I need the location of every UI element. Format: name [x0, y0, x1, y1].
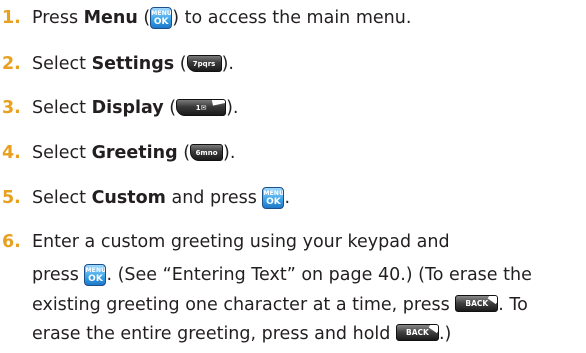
- menu-ok-key-icon: MENU OK: [150, 7, 173, 29]
- step-number: 6.: [2, 232, 21, 252]
- step-text: Press: [32, 8, 84, 28]
- step-number: 3.: [2, 98, 21, 118]
- step-text: Select: [32, 143, 92, 163]
- back-key-icon: BACK: [455, 295, 499, 312]
- instructions-page: 1. Press Menu (MENU OK) to access the mai…: [2, 7, 532, 344]
- step-text: Select: [32, 98, 92, 118]
- back-key-icon: BACK: [395, 324, 439, 341]
- step-text: Enter a custom greeting using your keypa…: [32, 232, 450, 252]
- key-7-icon: 7pqrs: [186, 55, 222, 72]
- step-text: Select: [32, 188, 92, 208]
- step-number: 2.: [2, 54, 21, 74]
- step-number: 1.: [2, 8, 21, 28]
- step-number: 4.: [2, 143, 21, 163]
- step-keyword: Display: [91, 98, 164, 118]
- key-6-icon: 6mno: [190, 144, 224, 161]
- key-1-icon: 1✉: [176, 99, 227, 116]
- step-text: Select: [32, 54, 92, 74]
- menu-ok-key-icon: MENU OK: [262, 187, 285, 209]
- step-keyword: Settings: [91, 54, 175, 74]
- step-number: 5.: [2, 188, 21, 208]
- step-keyword: Menu: [83, 8, 138, 28]
- step-keyword: Greeting: [91, 143, 178, 163]
- menu-ok-key-icon: MENU OK: [84, 264, 107, 286]
- step-keyword: Custom: [91, 188, 166, 208]
